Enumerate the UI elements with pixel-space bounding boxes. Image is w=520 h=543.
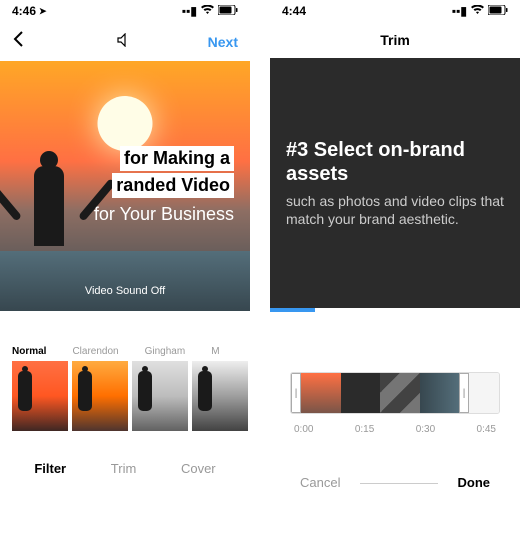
status-bar: 4:46 ➤ ▪▪▮	[0, 0, 250, 22]
divider	[360, 475, 437, 484]
tab-cover[interactable]: Cover	[181, 461, 216, 476]
tab-filter[interactable]: Filter	[34, 461, 66, 476]
status-bar: 4:44 ▪▪▮	[270, 0, 520, 22]
trim-handle-left[interactable]: |	[291, 373, 301, 413]
status-icons: ▪▪▮	[452, 4, 508, 18]
bottom-tabs: Filter Trim Cover	[0, 431, 250, 496]
time-labels: 0:00 0:15 0:30 0:45	[270, 414, 520, 435]
bottom-actions: Cancel Done	[270, 435, 520, 510]
overlay-line-3: for Your Business	[94, 204, 234, 225]
phone-right: 4:44 ▪▪▮ Trim #3 Select on-brand assets …	[270, 0, 520, 543]
status-time: 4:46 ➤	[12, 4, 47, 18]
next-button[interactable]: Next	[208, 34, 238, 50]
filter-label-normal: Normal	[12, 346, 46, 357]
filter-label-moon: M	[211, 346, 219, 357]
progress-fill	[270, 308, 315, 312]
sound-off-toast: Video Sound Off	[85, 285, 165, 297]
trim-frame	[341, 373, 381, 413]
person-silhouette	[20, 151, 80, 271]
overlay-line-1: for Making a	[120, 146, 234, 171]
filter-thumb-moon[interactable]	[192, 361, 248, 431]
time-0: 0:00	[294, 424, 313, 435]
cancel-button[interactable]: Cancel	[300, 475, 340, 490]
phone-left: 4:46 ➤ ▪▪▮ Next for Making a ra	[0, 0, 250, 543]
filter-thumb-gingham[interactable]	[132, 361, 188, 431]
overlay-line-2: randed Video	[112, 173, 234, 198]
trim-frame	[380, 373, 420, 413]
filter-thumb-normal[interactable]	[12, 361, 68, 431]
time-1: 0:15	[355, 424, 374, 435]
filter-label-clarendon: Clarendon	[72, 346, 118, 357]
trim-frame	[301, 373, 341, 413]
wifi-icon	[201, 4, 214, 18]
slide-body: such as photos and video clips that matc…	[286, 192, 504, 228]
trim-handle-right[interactable]: |	[459, 373, 469, 413]
filter-section: Normal Clarendon Gingham M	[0, 346, 250, 431]
filter-thumbnails[interactable]	[0, 361, 250, 431]
signal-icon: ▪▪▮	[182, 4, 197, 18]
sunset-sun	[98, 96, 153, 151]
wifi-icon	[471, 4, 484, 18]
filter-label-gingham: Gingham	[145, 346, 186, 357]
filter-thumb-clarendon[interactable]	[72, 361, 128, 431]
trim-strip[interactable]: | |	[270, 372, 520, 414]
progress-bar	[270, 308, 520, 312]
status-icons: ▪▪▮	[182, 4, 238, 18]
battery-icon	[488, 4, 508, 18]
time-3: 0:45	[477, 424, 496, 435]
back-button[interactable]	[12, 30, 24, 53]
status-time: 4:44	[282, 4, 306, 18]
battery-icon	[218, 4, 238, 18]
tab-trim[interactable]: Trim	[111, 461, 137, 476]
trim-frame	[420, 373, 460, 413]
signal-icon: ▪▪▮	[452, 4, 467, 18]
slide-heading: #3 Select on-brand assets	[286, 138, 504, 186]
video-preview[interactable]: for Making a randed Video for Your Busin…	[0, 61, 250, 311]
nav-bar: Trim	[270, 22, 520, 58]
video-text-overlay: for Making a randed Video for Your Busin…	[94, 146, 234, 225]
sound-toggle[interactable]	[117, 33, 133, 50]
time-2: 0:30	[416, 424, 435, 435]
nav-bar: Next	[0, 22, 250, 61]
trim-frame-outer	[469, 373, 499, 413]
page-title: Trim	[380, 32, 410, 48]
filter-labels: Normal Clarendon Gingham M	[0, 346, 250, 361]
done-button[interactable]: Done	[458, 475, 491, 490]
location-icon: ➤	[39, 6, 47, 17]
video-preview[interactable]: #3 Select on-brand assets such as photos…	[270, 58, 520, 308]
